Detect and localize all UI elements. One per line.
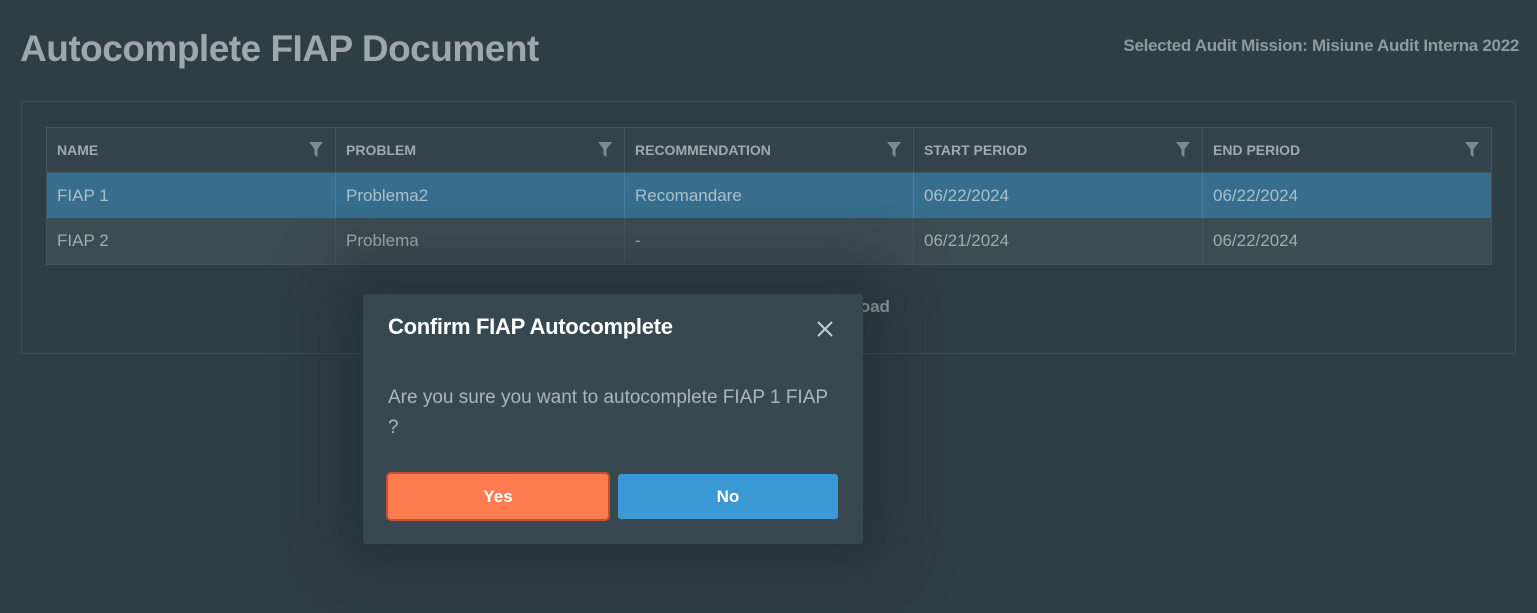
grid-header-row: NAME PROBLEM RECOMMENDATION START PERIOD… xyxy=(47,128,1491,173)
filter-icon[interactable] xyxy=(1465,142,1479,158)
yes-button[interactable]: Yes xyxy=(388,474,608,519)
cell-start-period: 06/21/2024 xyxy=(914,218,1203,264)
cell-recommendation: Recomandare xyxy=(625,173,914,218)
column-header-label: NAME xyxy=(57,142,99,158)
column-header-label: START PERIOD xyxy=(924,142,1028,158)
cell-problem: Problema xyxy=(336,218,625,264)
confirm-dialog: Confirm FIAP Autocomplete Are you sure y… xyxy=(363,294,863,544)
table-row[interactable]: FIAP 1 Problema2 Recomandare 06/22/2024 … xyxy=(47,173,1491,218)
table-row[interactable]: FIAP 2 Problema - 06/21/2024 06/22/2024 xyxy=(47,218,1491,264)
page-title: Autocomplete FIAP Document xyxy=(20,28,539,69)
dialog-message: Are you sure you want to autocomplete FI… xyxy=(388,387,828,438)
cell-name: FIAP 2 xyxy=(47,218,336,264)
fiap-grid: NAME PROBLEM RECOMMENDATION START PERIOD… xyxy=(46,127,1492,265)
column-header-problem[interactable]: PROBLEM xyxy=(336,128,625,172)
filter-icon[interactable] xyxy=(887,142,901,158)
filter-icon[interactable] xyxy=(1176,142,1190,158)
no-button[interactable]: No xyxy=(618,474,838,519)
close-icon[interactable] xyxy=(815,319,835,339)
column-header-label: END PERIOD xyxy=(1213,142,1301,158)
column-header-start-period[interactable]: START PERIOD xyxy=(914,128,1203,172)
cell-end-period: 06/22/2024 xyxy=(1213,231,1299,250)
column-header-label: RECOMMENDATION xyxy=(635,142,771,158)
cell-problem: Problema2 xyxy=(336,173,625,218)
cell-start-period: 06/22/2024 xyxy=(914,173,1203,218)
selected-mission-label: Selected Audit Mission: Misiune Audit In… xyxy=(1123,36,1519,55)
cell-end-period: 06/22/2024 xyxy=(1213,185,1299,205)
column-header-recommendation[interactable]: RECOMMENDATION xyxy=(625,128,914,172)
column-header-end-period[interactable]: END PERIOD xyxy=(1203,128,1491,172)
cell-name: FIAP 1 xyxy=(47,173,336,218)
filter-icon[interactable] xyxy=(598,142,612,158)
column-header-name[interactable]: NAME xyxy=(47,128,336,172)
cell-recommendation: - xyxy=(625,218,914,264)
filter-icon[interactable] xyxy=(309,142,323,158)
dialog-title: Confirm FIAP Autocomplete xyxy=(388,314,673,339)
column-header-label: PROBLEM xyxy=(346,142,416,158)
